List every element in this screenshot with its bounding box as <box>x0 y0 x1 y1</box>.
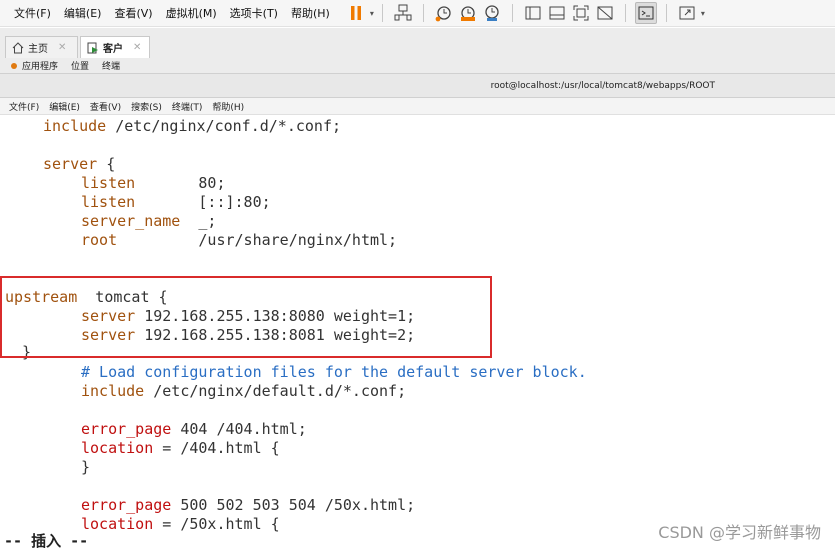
snapshot-button[interactable] <box>433 2 455 24</box>
terminal-title: root@localhost:/usr/local/tomcat8/webapp… <box>490 80 715 91</box>
code-line: error_page 404 /404.html; <box>81 420 307 438</box>
gnome-terminal[interactable]: 终端 <box>102 59 120 72</box>
fullscreen-button[interactable] <box>570 2 592 24</box>
code-line: root /usr/share/nginx/html; <box>81 231 398 249</box>
vm-tab-strip: 主页 ✕ 客户 ✕ <box>0 28 835 58</box>
stretch-button[interactable] <box>676 2 698 24</box>
terminal-icon <box>638 6 654 20</box>
sidebar-view-button[interactable] <box>522 2 544 24</box>
code-line: server_name _; <box>81 212 217 230</box>
menu-view[interactable]: 查看(V) <box>114 5 152 21</box>
gnome-top-bar: 应用程序 位置 终端 <box>0 58 835 73</box>
tab-home[interactable]: 主页 ✕ <box>5 36 78 58</box>
vim-mode-status: -- 插入 -- <box>4 532 89 550</box>
code-comment: # Load configuration files for the defau… <box>81 363 587 381</box>
unity-button[interactable] <box>594 2 616 24</box>
terminal-editor[interactable]: include /etc/nginx/conf.d/*.conf; server… <box>0 117 835 551</box>
close-icon[interactable]: ✕ <box>58 42 66 53</box>
pause-button[interactable] <box>345 2 367 24</box>
menu-help[interactable]: 帮助(H) <box>291 5 330 21</box>
menu-file[interactable]: 文件(F) <box>14 5 51 21</box>
close-icon[interactable]: ✕ <box>133 42 141 53</box>
menu-tabs[interactable]: 选项卡(T) <box>230 5 278 21</box>
sidebar-icon <box>525 6 541 20</box>
gnome-foot-icon <box>11 62 17 69</box>
vmware-menubar: 文件(F) 编辑(E) 查看(V) 虚拟机(M) 选项卡(T) 帮助(H) ▾ <box>0 0 835 27</box>
stretch-icon <box>679 6 695 20</box>
code-line: listen [::]:80; <box>81 193 271 211</box>
code-line: include /etc/nginx/conf.d/*.conf; <box>43 117 342 135</box>
network-icon <box>394 4 412 21</box>
watermark: CSDN @学习新鲜事物 <box>658 523 821 542</box>
thumbnail-icon <box>549 6 565 20</box>
pause-dropdown-icon[interactable]: ▾ <box>370 9 374 18</box>
thumbnail-view-button[interactable] <box>546 2 568 24</box>
code-line: error_page 500 502 503 504 /50x.html; <box>81 496 416 514</box>
pause-icon <box>350 6 361 20</box>
terminal-menubar: 文件(F) 编辑(E) 查看(V) 搜索(S) 终端(T) 帮助(H) <box>0 98 835 115</box>
code-line: location = /404.html { <box>81 439 280 457</box>
terminal-menu-search[interactable]: 搜索(S) <box>131 100 162 113</box>
code-line: } <box>81 458 91 476</box>
terminal-menu-file[interactable]: 文件(F) <box>9 100 39 113</box>
vm-icon <box>87 42 98 53</box>
code-line: include /etc/nginx/default.d/*.conf; <box>81 382 407 400</box>
home-icon <box>12 41 24 53</box>
revert-icon <box>460 6 475 21</box>
terminal-menu-view[interactable]: 查看(V) <box>90 100 121 113</box>
revert-snapshot-button[interactable] <box>457 2 479 24</box>
toolbar: ▾ ▾ <box>344 0 705 27</box>
fullscreen-icon <box>573 5 589 21</box>
console-view-button[interactable] <box>634 2 657 24</box>
code-line: listen 80; <box>81 174 226 192</box>
snapshot-icon <box>435 6 451 22</box>
highlight-box <box>0 276 492 358</box>
tab-guest-label: 客户 <box>103 44 123 55</box>
tab-guest[interactable]: 客户 ✕ <box>80 36 150 58</box>
menu-edit[interactable]: 编辑(E) <box>64 5 102 21</box>
menu-vm[interactable]: 虚拟机(M) <box>166 5 217 21</box>
send-ctrl-alt-del-button[interactable] <box>392 2 414 24</box>
snapshot-manager-button[interactable] <box>481 2 503 24</box>
code-line: location = /50x.html { <box>81 515 280 533</box>
terminal-menu-help[interactable]: 帮助(H) <box>212 100 244 113</box>
tab-home-label: 主页 <box>28 44 48 55</box>
terminal-menu-terminal[interactable]: 终端(T) <box>172 100 203 113</box>
gnome-applications[interactable]: 应用程序 <box>22 59 58 72</box>
stretch-dropdown-icon[interactable]: ▾ <box>701 9 705 18</box>
snapshot-manager-icon <box>485 5 499 21</box>
code-line: server { <box>43 155 116 173</box>
terminal-menu-edit[interactable]: 编辑(E) <box>49 100 80 113</box>
gnome-places[interactable]: 位置 <box>71 59 89 72</box>
unity-icon <box>597 6 613 20</box>
terminal-titlebar: root@localhost:/usr/local/tomcat8/webapp… <box>0 73 835 98</box>
